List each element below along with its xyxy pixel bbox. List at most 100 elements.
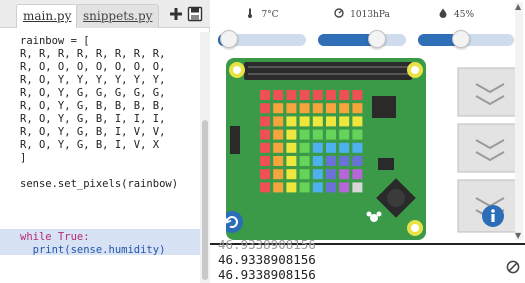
- thermometer-icon: [248, 8, 253, 18]
- code-line: R, O, Y, G, B, B, B, B,: [20, 100, 166, 112]
- led-pixel: [286, 129, 297, 140]
- led-pixel: [286, 156, 297, 166]
- sense-hat-board: [226, 58, 519, 240]
- led-pixel: [339, 182, 350, 193]
- led-pixel: [339, 169, 350, 180]
- led-pixel: [286, 169, 297, 180]
- pressure-gauge-icon: [334, 8, 344, 18]
- led-pixel: [339, 103, 350, 114]
- led-pixel: [312, 169, 323, 180]
- code-line: print(sense.humidity): [20, 244, 166, 256]
- led-pixel: [273, 90, 284, 100]
- temperature-slider[interactable]: [218, 30, 306, 48]
- led-pixel: [326, 90, 336, 100]
- led-pixel: [339, 116, 350, 127]
- editor-scrollbar-thumb[interactable]: [202, 120, 208, 280]
- led-pixel: [286, 182, 297, 193]
- pressure-control: 1013hPa: [318, 8, 406, 50]
- console-line: 46.9338908156: [218, 252, 316, 267]
- led-pixel: [312, 142, 323, 153]
- emulator-scrollbar[interactable]: [515, 2, 523, 240]
- led-pixel: [339, 129, 350, 140]
- led-pixel: [352, 90, 363, 100]
- small-chip: [378, 158, 394, 170]
- info-icon[interactable]: [482, 205, 504, 227]
- led-pixel: [299, 129, 310, 140]
- plus-icon[interactable]: [168, 6, 184, 22]
- led-pixel: [273, 103, 284, 114]
- led-pixel: [339, 90, 350, 100]
- code-area[interactable]: rainbow = [ R, R, R, R, R, R, R, R, R, O…: [0, 32, 200, 283]
- tab-snippets-py[interactable]: snippets.py: [76, 4, 160, 28]
- led-pixel: [312, 116, 323, 127]
- led-pixel: [273, 156, 284, 166]
- led-pixel: [352, 116, 363, 127]
- led-pixel: [286, 116, 297, 127]
- led-pixel: [273, 169, 284, 180]
- code-line: R, O, Y, Y, Y, Y, Y, Y,: [20, 74, 166, 86]
- led-pixel: [352, 169, 363, 180]
- scroll-down-arrow-icon[interactable]: ▼: [515, 231, 521, 240]
- led-pixel: [260, 103, 270, 114]
- led-pixel: [299, 156, 310, 166]
- led-pixel: [273, 182, 284, 193]
- led-pixel: [312, 129, 323, 140]
- pressure-slider[interactable]: [318, 30, 406, 48]
- code-line: ]: [20, 152, 27, 164]
- tab-main-py[interactable]: main.py: [16, 4, 79, 28]
- console-line: 46.9338908156: [218, 267, 316, 282]
- led-pixel: [273, 116, 284, 127]
- output-console[interactable]: 46.9338908156 46.9338908156 46.933890815…: [210, 237, 525, 283]
- led-pixel: [299, 90, 310, 100]
- led-pixel: [260, 169, 270, 180]
- led-pixel: [312, 90, 323, 100]
- led-pixel: [352, 103, 363, 114]
- water-drop-icon: [439, 8, 447, 18]
- code-line: while True:: [20, 231, 90, 243]
- led-pixel: [286, 103, 297, 114]
- led-pixel: [260, 116, 270, 127]
- temperature-slider-handle[interactable]: [220, 30, 239, 48]
- scroll-up-arrow-icon[interactable]: ▲: [515, 2, 521, 11]
- console-line: 46.9338908156: [218, 237, 316, 252]
- save-icon[interactable]: [187, 6, 203, 22]
- led-pixel: [286, 142, 297, 153]
- led-pixel: [352, 129, 363, 140]
- code-line: sense.set_pixels(rainbow): [20, 178, 179, 190]
- led-pixel: [260, 90, 270, 100]
- led-pixel: [312, 182, 323, 193]
- led-pixel: [352, 156, 363, 166]
- led-pixel: [260, 129, 270, 140]
- pressure-slider-handle[interactable]: [367, 30, 386, 48]
- connector: [230, 126, 240, 154]
- led-pixel: [339, 156, 350, 166]
- humidity-slider[interactable]: [418, 30, 514, 48]
- led-pixel: [312, 156, 323, 166]
- sensor-chip: [372, 96, 396, 118]
- gpio-header: [244, 62, 412, 80]
- led-pixel: [312, 103, 323, 114]
- editor-scrollbar[interactable]: [200, 32, 210, 283]
- tab-main-py-label: main.py: [23, 9, 72, 23]
- led-pixel: [260, 156, 270, 166]
- code-line: R, O, Y, G, G, G, G, G,: [20, 87, 166, 99]
- emulator-pane: 7°C 1013hPa 45% ▲ ▼: [210, 0, 525, 243]
- led-pixel: [299, 169, 310, 180]
- tab-snippets-py-label: snippets.py: [83, 9, 153, 23]
- pressure-value: 1013hPa: [350, 10, 390, 20]
- led-pixel: [273, 129, 284, 140]
- code-line: R, O, Y, G, B, I, I, I,: [20, 113, 166, 125]
- led-pixel: [326, 116, 336, 127]
- code-line: rainbow = [: [20, 35, 90, 47]
- clear-icon[interactable]: [506, 260, 520, 274]
- humidity-control: 45%: [418, 8, 514, 50]
- led-pixel: [299, 142, 310, 153]
- led-pixel: [299, 182, 310, 193]
- led-pixel: [339, 142, 350, 153]
- led-pixel: [299, 116, 310, 127]
- led-pixel: [326, 129, 336, 140]
- humidity-slider-handle[interactable]: [452, 30, 471, 48]
- led-pixel: [273, 142, 284, 153]
- led-pixel: [326, 169, 336, 180]
- led-pixel: [352, 142, 363, 153]
